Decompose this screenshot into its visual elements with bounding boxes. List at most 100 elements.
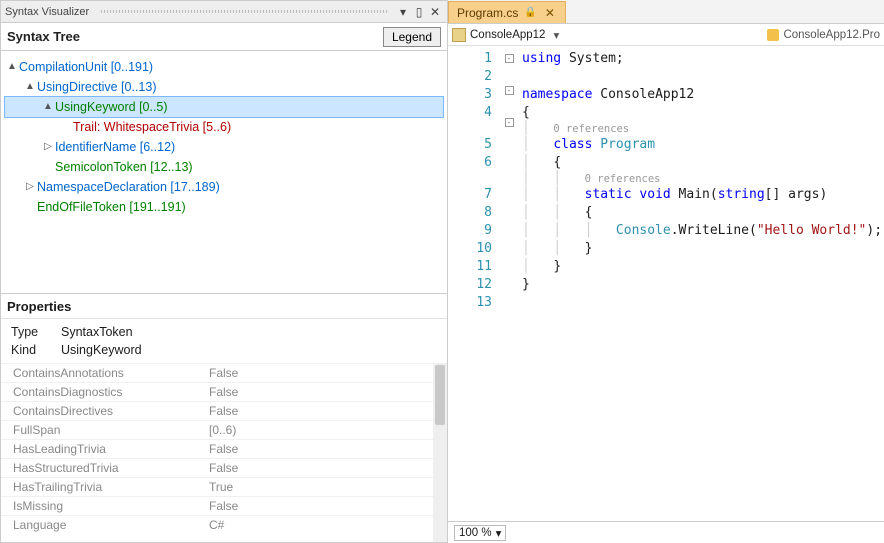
tree-node[interactable]: ▷NamespaceDeclaration [17..189) xyxy=(5,177,443,197)
tree-node[interactable]: Trail: WhitespaceTrivia [5..6) xyxy=(5,117,443,137)
close-icon[interactable]: ✕ xyxy=(427,4,443,20)
csharp-project-icon xyxy=(452,28,466,42)
zoom-dropdown[interactable]: 100 % ▾ xyxy=(454,525,506,541)
tree-expander-icon[interactable]: ▷ xyxy=(23,177,37,197)
zoom-value: 100 % xyxy=(459,527,492,539)
property-value: C# xyxy=(209,518,433,532)
window-menu-icon[interactable]: ▾ xyxy=(395,4,411,20)
code-line[interactable]: │ │ } xyxy=(522,240,884,258)
crumb-project-label: ConsoleApp12 xyxy=(470,29,545,41)
tree-node[interactable]: ▲CompilationUnit [0..191) xyxy=(5,57,443,77)
code-editor[interactable]: 12345678910111213 --- using System; name… xyxy=(448,46,884,521)
property-value: False xyxy=(209,442,433,456)
kind-label: Kind xyxy=(11,341,51,359)
property-row[interactable]: ContainsDirectivesFalse xyxy=(1,401,433,420)
tree-node[interactable]: ▷IdentifierName [6..12) xyxy=(5,137,443,157)
syntax-tree[interactable]: ▲CompilationUnit [0..191)▲UsingDirective… xyxy=(1,51,447,293)
code-line[interactable]: │ } xyxy=(522,258,884,276)
code-line[interactable]: │ 0 references xyxy=(522,122,884,136)
property-value: False xyxy=(209,404,433,418)
tab-label: Program.cs xyxy=(457,6,518,20)
code-area[interactable]: using System; namespace ConsoleApp12{│ 0… xyxy=(518,46,884,521)
property-value: False xyxy=(209,461,433,475)
property-row[interactable]: IsMissingFalse xyxy=(1,496,433,515)
properties-scrollbar[interactable] xyxy=(433,363,447,542)
properties-header: Properties xyxy=(1,293,447,319)
namespace-icon xyxy=(767,29,779,41)
code-line[interactable]: │ │ { xyxy=(522,204,884,222)
syntax-visualizer-panel: Syntax Visualizer ▾ ▯ ✕ Syntax Tree Lege… xyxy=(0,0,448,543)
property-key: HasTrailingTrivia xyxy=(1,480,209,494)
property-row[interactable]: FullSpan[0..6) xyxy=(1,420,433,439)
fold-toggle-icon[interactable]: - xyxy=(505,54,514,63)
property-value: False xyxy=(209,385,433,399)
tree-node-label: IdentifierName [6..12) xyxy=(55,137,175,157)
tree-node[interactable]: EndOfFileToken [191..191) xyxy=(5,197,443,217)
tree-expander-icon[interactable]: ▲ xyxy=(23,77,37,97)
code-line[interactable]: │ │ 0 references xyxy=(522,172,884,186)
properties-summary: TypeSyntaxToken KindUsingKeyword xyxy=(1,319,447,363)
zoom-bar: 100 % ▾ xyxy=(448,521,884,543)
tab-close-icon[interactable]: ✕ xyxy=(543,6,557,20)
type-label: Type xyxy=(11,323,51,341)
tab-program-cs[interactable]: Program.cs 🔒 ✕ xyxy=(448,1,566,23)
code-line[interactable]: } xyxy=(522,276,884,294)
property-row[interactable]: HasStructuredTriviaFalse xyxy=(1,458,433,477)
crumb-namespace[interactable]: ConsoleApp12.Pro xyxy=(767,29,884,41)
property-row[interactable]: HasLeadingTriviaFalse xyxy=(1,439,433,458)
tree-node-label: Trail: WhitespaceTrivia [5..6) xyxy=(73,117,231,137)
chevron-down-icon[interactable]: ▾ xyxy=(496,526,502,540)
property-row[interactable]: ContainsAnnotationsFalse xyxy=(1,363,433,382)
property-value: False xyxy=(209,499,433,513)
syntax-tree-header: Syntax Tree Legend xyxy=(1,23,447,51)
crumb-project[interactable]: ConsoleApp12 ▾ xyxy=(448,28,767,42)
scrollbar-thumb[interactable] xyxy=(435,365,445,425)
fold-toggle-icon[interactable]: - xyxy=(505,118,514,127)
line-number: 7 xyxy=(448,186,492,204)
legend-button[interactable]: Legend xyxy=(383,27,441,47)
tree-node-label: NamespaceDeclaration [17..189) xyxy=(37,177,220,197)
tree-node[interactable]: ▲UsingKeyword [0..5) xyxy=(5,97,443,117)
code-line[interactable]: using System; xyxy=(522,50,884,68)
tree-node-label: EndOfFileToken [191..191) xyxy=(37,197,186,217)
panel-title: Syntax Visualizer xyxy=(5,6,95,18)
tree-node-label: CompilationUnit [0..191) xyxy=(19,57,153,77)
code-line[interactable]: │ class Program xyxy=(522,136,884,154)
code-line[interactable]: { xyxy=(522,104,884,122)
code-line[interactable]: │ │ static void Main(string[] args) xyxy=(522,186,884,204)
line-number: 9 xyxy=(448,222,492,240)
properties-grid: ContainsAnnotationsFalseContainsDiagnost… xyxy=(1,363,447,542)
pin-icon[interactable]: ▯ xyxy=(411,4,427,20)
property-key: FullSpan xyxy=(1,423,209,437)
tree-expander-icon[interactable]: ▷ xyxy=(41,137,55,157)
property-row[interactable]: ContainsDiagnosticsFalse xyxy=(1,382,433,401)
panel-titlebar: Syntax Visualizer ▾ ▯ ✕ xyxy=(1,1,447,23)
property-value: [0..6) xyxy=(209,423,433,437)
fold-gutter[interactable]: - - - xyxy=(500,46,518,521)
fold-toggle-icon[interactable]: - xyxy=(505,86,514,95)
code-line[interactable]: namespace ConsoleApp12 xyxy=(522,86,884,104)
document-tabs: Program.cs 🔒 ✕ xyxy=(448,0,884,24)
tree-node-label: UsingDirective [0..13) xyxy=(37,77,157,97)
code-line[interactable]: │ │ │ Console.WriteLine("Hello World!"); xyxy=(522,222,884,240)
kind-value: UsingKeyword xyxy=(61,341,142,359)
property-row[interactable]: HasTrailingTriviaTrue xyxy=(1,477,433,496)
lock-icon: 🔒 xyxy=(524,7,536,18)
line-number xyxy=(448,172,492,186)
tree-node-label: UsingKeyword [0..5) xyxy=(55,97,168,117)
code-line[interactable] xyxy=(522,294,884,312)
navigation-bar: ConsoleApp12 ▾ ConsoleApp12.Pro xyxy=(448,24,884,46)
property-key: Language xyxy=(1,518,209,532)
titlebar-grip[interactable] xyxy=(101,10,389,13)
property-key: ContainsDiagnostics xyxy=(1,385,209,399)
property-row[interactable]: LanguageC# xyxy=(1,515,433,534)
code-line[interactable]: │ { xyxy=(522,154,884,172)
line-number: 6 xyxy=(448,154,492,172)
tree-node[interactable]: SemicolonToken [12..13) xyxy=(5,157,443,177)
tree-expander-icon[interactable]: ▲ xyxy=(41,97,55,117)
chevron-down-icon[interactable]: ▾ xyxy=(549,28,563,42)
tree-node[interactable]: ▲UsingDirective [0..13) xyxy=(5,77,443,97)
editor-panel: Program.cs 🔒 ✕ ConsoleApp12 ▾ ConsoleApp… xyxy=(448,0,884,543)
code-line[interactable] xyxy=(522,68,884,86)
tree-expander-icon[interactable]: ▲ xyxy=(5,57,19,77)
